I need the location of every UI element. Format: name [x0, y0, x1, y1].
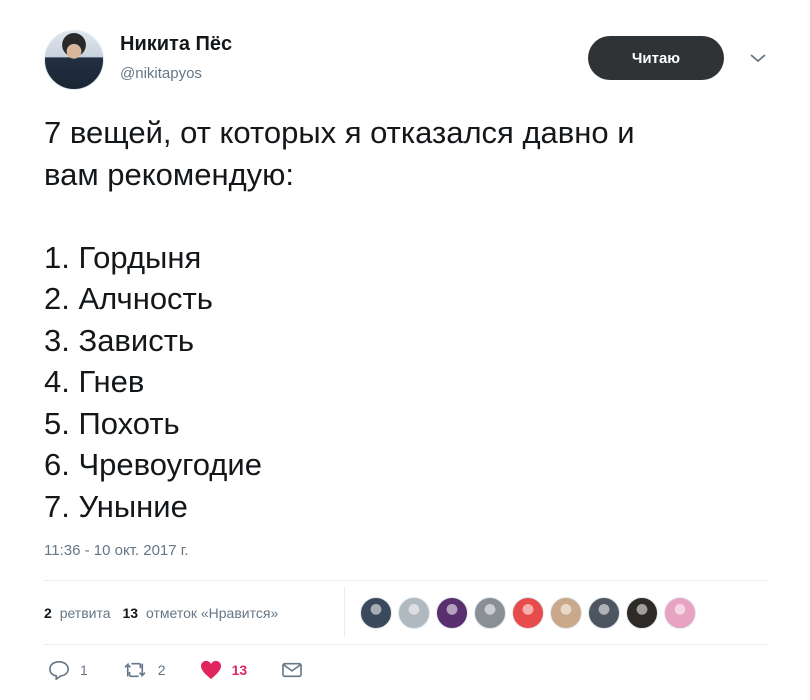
liker-avatar[interactable]: [360, 597, 392, 629]
heart-icon: [200, 660, 221, 680]
reply-button[interactable]: 1: [48, 660, 88, 680]
liker-avatar[interactable]: [664, 597, 696, 629]
tweet-timestamp[interactable]: 11:36 - 10 окт. 2017 г.: [44, 542, 189, 559]
retweets-count: 2: [44, 605, 52, 621]
retweets-stat[interactable]: 2 ретвита: [44, 605, 111, 621]
tweet-actions: 1 2 13: [48, 660, 347, 680]
tweet-text: 7 вещей, от которых я отказался давно и …: [44, 115, 635, 524]
liker-avatar[interactable]: [626, 597, 658, 629]
tweet-stats: 2 ретвита 13 отметок «Нравится»: [44, 596, 290, 630]
chevron-down-icon[interactable]: [746, 46, 770, 70]
stats-separator: [344, 586, 345, 636]
like-button[interactable]: 13: [200, 660, 248, 680]
liker-avatar[interactable]: [512, 597, 544, 629]
liker-avatar[interactable]: [436, 597, 468, 629]
liker-avatar[interactable]: [588, 597, 620, 629]
divider: [44, 580, 768, 581]
liker-avatar[interactable]: [550, 597, 582, 629]
retweet-count: 2: [157, 662, 166, 678]
divider: [44, 644, 768, 645]
tweet-header: Никита Пёс @nikitapyos Читаю: [44, 30, 784, 94]
reply-icon: [49, 660, 69, 680]
retweet-button[interactable]: 2: [122, 660, 166, 680]
retweet-icon: [124, 662, 146, 678]
likes-stat[interactable]: 13 отметок «Нравится»: [123, 605, 279, 621]
reply-count: 1: [80, 662, 88, 678]
retweets-label: ретвита: [59, 605, 111, 621]
user-handle[interactable]: @nikitapyos: [120, 65, 202, 82]
envelope-icon: [282, 662, 302, 678]
avatar[interactable]: [44, 30, 104, 90]
follow-button[interactable]: Читаю: [588, 36, 724, 80]
liker-avatar[interactable]: [474, 597, 506, 629]
like-count: 13: [231, 662, 248, 678]
likes-count: 13: [122, 605, 139, 621]
likes-label: отметок «Нравится»: [145, 605, 279, 621]
message-button[interactable]: [281, 661, 313, 679]
liker-avatar[interactable]: [398, 597, 430, 629]
liker-avatars: [360, 597, 702, 629]
display-name[interactable]: Никита Пёс: [120, 33, 232, 56]
